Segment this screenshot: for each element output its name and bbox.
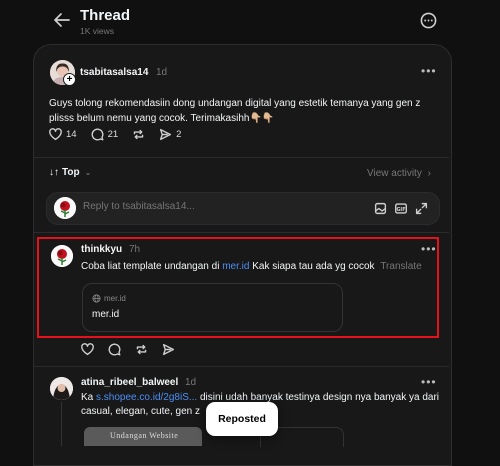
share-button[interactable]: 2 bbox=[159, 128, 181, 141]
repost-icon bbox=[133, 129, 144, 140]
comment-text-line2-main: casual, elegan, cute, gen z bbox=[81, 406, 200, 417]
repost-icon[interactable] bbox=[135, 343, 148, 356]
thumbnail-text: Undangan Website bbox=[110, 431, 179, 440]
chevron-right-icon: › bbox=[427, 168, 431, 179]
view-activity-label: View activity bbox=[367, 168, 422, 179]
comment-more-icon[interactable]: ••• bbox=[421, 375, 437, 389]
repost-button[interactable] bbox=[132, 128, 145, 141]
reply-count: 21 bbox=[107, 129, 119, 140]
expand-icon[interactable] bbox=[415, 202, 428, 215]
comment-avatar[interactable] bbox=[50, 377, 73, 400]
gif-icon[interactable]: GIF bbox=[394, 202, 408, 215]
like-button[interactable]: 14 bbox=[49, 128, 77, 141]
comment-username[interactable]: thinkkyu bbox=[81, 244, 122, 255]
page-title: Thread bbox=[80, 7, 131, 24]
post-more-icon[interactable]: ••• bbox=[421, 64, 437, 78]
comment-text-prefix: Ka bbox=[81, 392, 97, 403]
preview-title: mer.id bbox=[92, 309, 120, 320]
post-text: Guys tolong rekomendasiin dong undangan … bbox=[49, 98, 421, 124]
like-count: 14 bbox=[66, 129, 77, 140]
divider bbox=[34, 157, 449, 158]
send-icon[interactable] bbox=[162, 343, 175, 356]
comment-time: 7h bbox=[129, 244, 141, 255]
translate-link[interactable]: Translate bbox=[380, 261, 421, 272]
comment-link[interactable]: s.shopee.co.id/2g8iS... bbox=[96, 392, 197, 403]
follow-plus-icon[interactable]: + bbox=[63, 73, 76, 86]
views-count: 1K views bbox=[80, 26, 115, 36]
comment-time: 1d bbox=[185, 377, 197, 388]
post-username[interactable]: tsabitasalsa14 bbox=[80, 67, 148, 78]
comment-text-after: Kak siapa tau ada yg cocok bbox=[249, 261, 375, 272]
comment-link[interactable]: mer.id bbox=[222, 261, 249, 272]
divider bbox=[34, 232, 449, 233]
view-activity-link[interactable]: View activity › bbox=[367, 168, 431, 179]
comment-text-before: Coba liat template undangan di bbox=[81, 261, 223, 272]
reposted-toast: Reposted bbox=[206, 402, 278, 436]
thread-line bbox=[61, 402, 62, 446]
sort-label: Top bbox=[62, 167, 80, 178]
reply-input[interactable] bbox=[83, 201, 333, 212]
comment-username[interactable]: atina_ribeel_balweel bbox=[81, 377, 178, 388]
comment-text: Coba liat template undangan di mer.id Ka… bbox=[81, 259, 422, 274]
send-icon bbox=[160, 128, 172, 141]
media-thumbnail[interactable]: Undangan Website bbox=[84, 427, 202, 446]
reply-button[interactable]: 21 bbox=[91, 128, 119, 141]
share-count: 2 bbox=[176, 129, 182, 140]
preview-domain: mer.id bbox=[104, 294, 126, 303]
back-arrow-icon[interactable] bbox=[52, 10, 72, 30]
post-time: 1d bbox=[156, 67, 168, 78]
comment-icon[interactable] bbox=[108, 343, 121, 356]
divider bbox=[34, 366, 449, 367]
image-icon[interactable] bbox=[374, 202, 387, 215]
comment-text-line2: casual, elegan, cute, gen z T bbox=[81, 404, 213, 419]
my-avatar bbox=[54, 197, 76, 219]
sort-icon: ↓↑ bbox=[49, 167, 59, 178]
sort-dropdown[interactable]: ↓↑ Top ⌄ bbox=[49, 167, 91, 178]
comment-more-icon[interactable]: ••• bbox=[421, 242, 437, 256]
comment-icon bbox=[91, 128, 104, 141]
comment-avatar[interactable] bbox=[51, 245, 73, 267]
reply-composer: GIF bbox=[46, 192, 440, 225]
svg-text:GIF: GIF bbox=[396, 207, 405, 213]
globe-icon bbox=[92, 294, 101, 303]
heart-icon bbox=[49, 128, 62, 141]
heart-icon[interactable] bbox=[81, 343, 94, 356]
chevron-down-icon: ⌄ bbox=[84, 168, 92, 177]
link-preview-card[interactable]: mer.id mer.id bbox=[82, 283, 343, 332]
more-options-icon[interactable] bbox=[420, 12, 437, 29]
